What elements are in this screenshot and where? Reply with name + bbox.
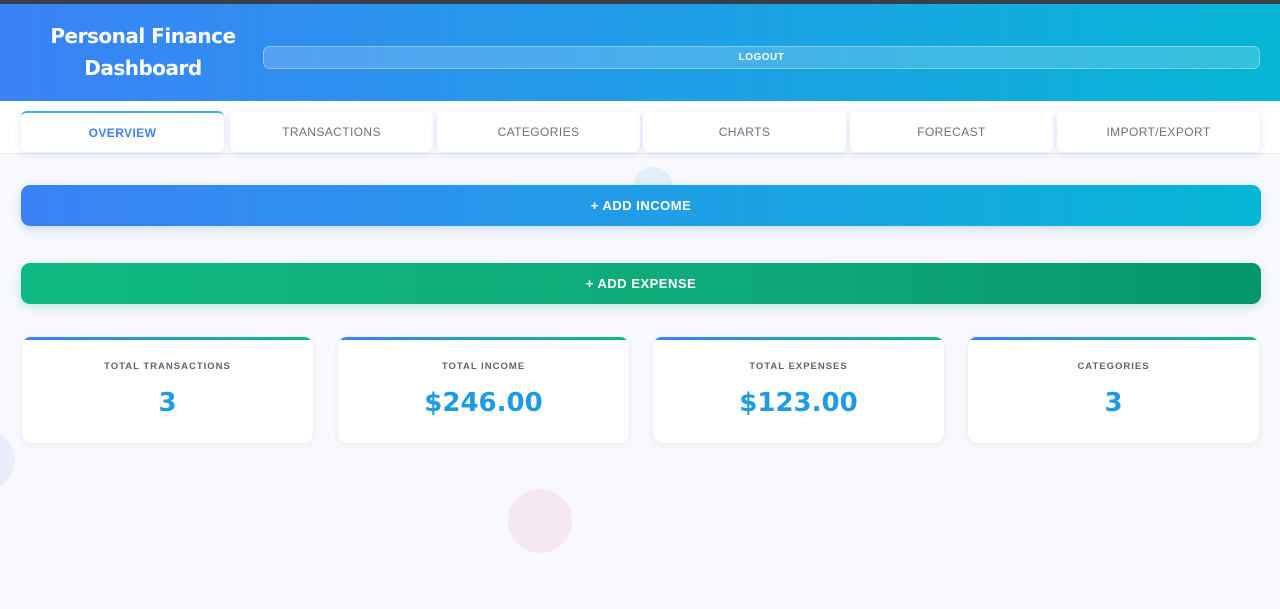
stat-card-accent bbox=[338, 337, 629, 340]
stat-card-total-income: TOTAL INCOME $246.00 bbox=[337, 336, 630, 444]
app-header: Personal Finance Dashboard LOGOUT bbox=[0, 4, 1280, 101]
tab-charts[interactable]: CHARTS bbox=[643, 111, 846, 152]
add-expense-button[interactable]: + ADD EXPENSE bbox=[21, 263, 1261, 304]
stat-card-accent bbox=[22, 337, 313, 340]
stat-label: TOTAL INCOME bbox=[441, 361, 526, 372]
stat-card-total-expenses: TOTAL EXPENSES $123.00 bbox=[652, 336, 945, 444]
stat-label: CATEGORIES bbox=[1077, 361, 1150, 372]
tab-overview[interactable]: OVERVIEW bbox=[21, 111, 224, 152]
stat-value: 3 bbox=[1104, 388, 1123, 418]
logout-button[interactable]: LOGOUT bbox=[263, 46, 1260, 69]
tab-import-export[interactable]: IMPORT/EXPORT bbox=[1057, 111, 1260, 152]
stat-card-accent bbox=[968, 337, 1259, 340]
stat-label: TOTAL EXPENSES bbox=[749, 361, 848, 372]
stat-label: TOTAL TRANSACTIONS bbox=[104, 361, 231, 372]
decorative-circle-pink bbox=[508, 489, 572, 553]
tab-bar: OVERVIEW TRANSACTIONS CATEGORIES CHARTS … bbox=[0, 101, 1280, 154]
decorative-circle-indigo bbox=[0, 430, 15, 490]
tab-categories[interactable]: CATEGORIES bbox=[437, 111, 640, 152]
stat-card-categories: CATEGORIES 3 bbox=[967, 336, 1260, 444]
stat-value: $246.00 bbox=[424, 388, 543, 418]
tab-transactions[interactable]: TRANSACTIONS bbox=[230, 111, 433, 152]
stat-value: $123.00 bbox=[739, 388, 858, 418]
tab-forecast[interactable]: FORECAST bbox=[850, 111, 1053, 152]
stat-value: 3 bbox=[158, 388, 177, 418]
add-income-button[interactable]: + ADD INCOME bbox=[21, 185, 1261, 226]
stat-card-accent bbox=[653, 337, 944, 340]
app-title-line2: Dashboard bbox=[84, 56, 202, 80]
stat-card-total-transactions: TOTAL TRANSACTIONS 3 bbox=[21, 336, 314, 444]
app-title: Personal Finance Dashboard bbox=[30, 20, 256, 84]
app-title-line1: Personal Finance bbox=[50, 24, 236, 48]
